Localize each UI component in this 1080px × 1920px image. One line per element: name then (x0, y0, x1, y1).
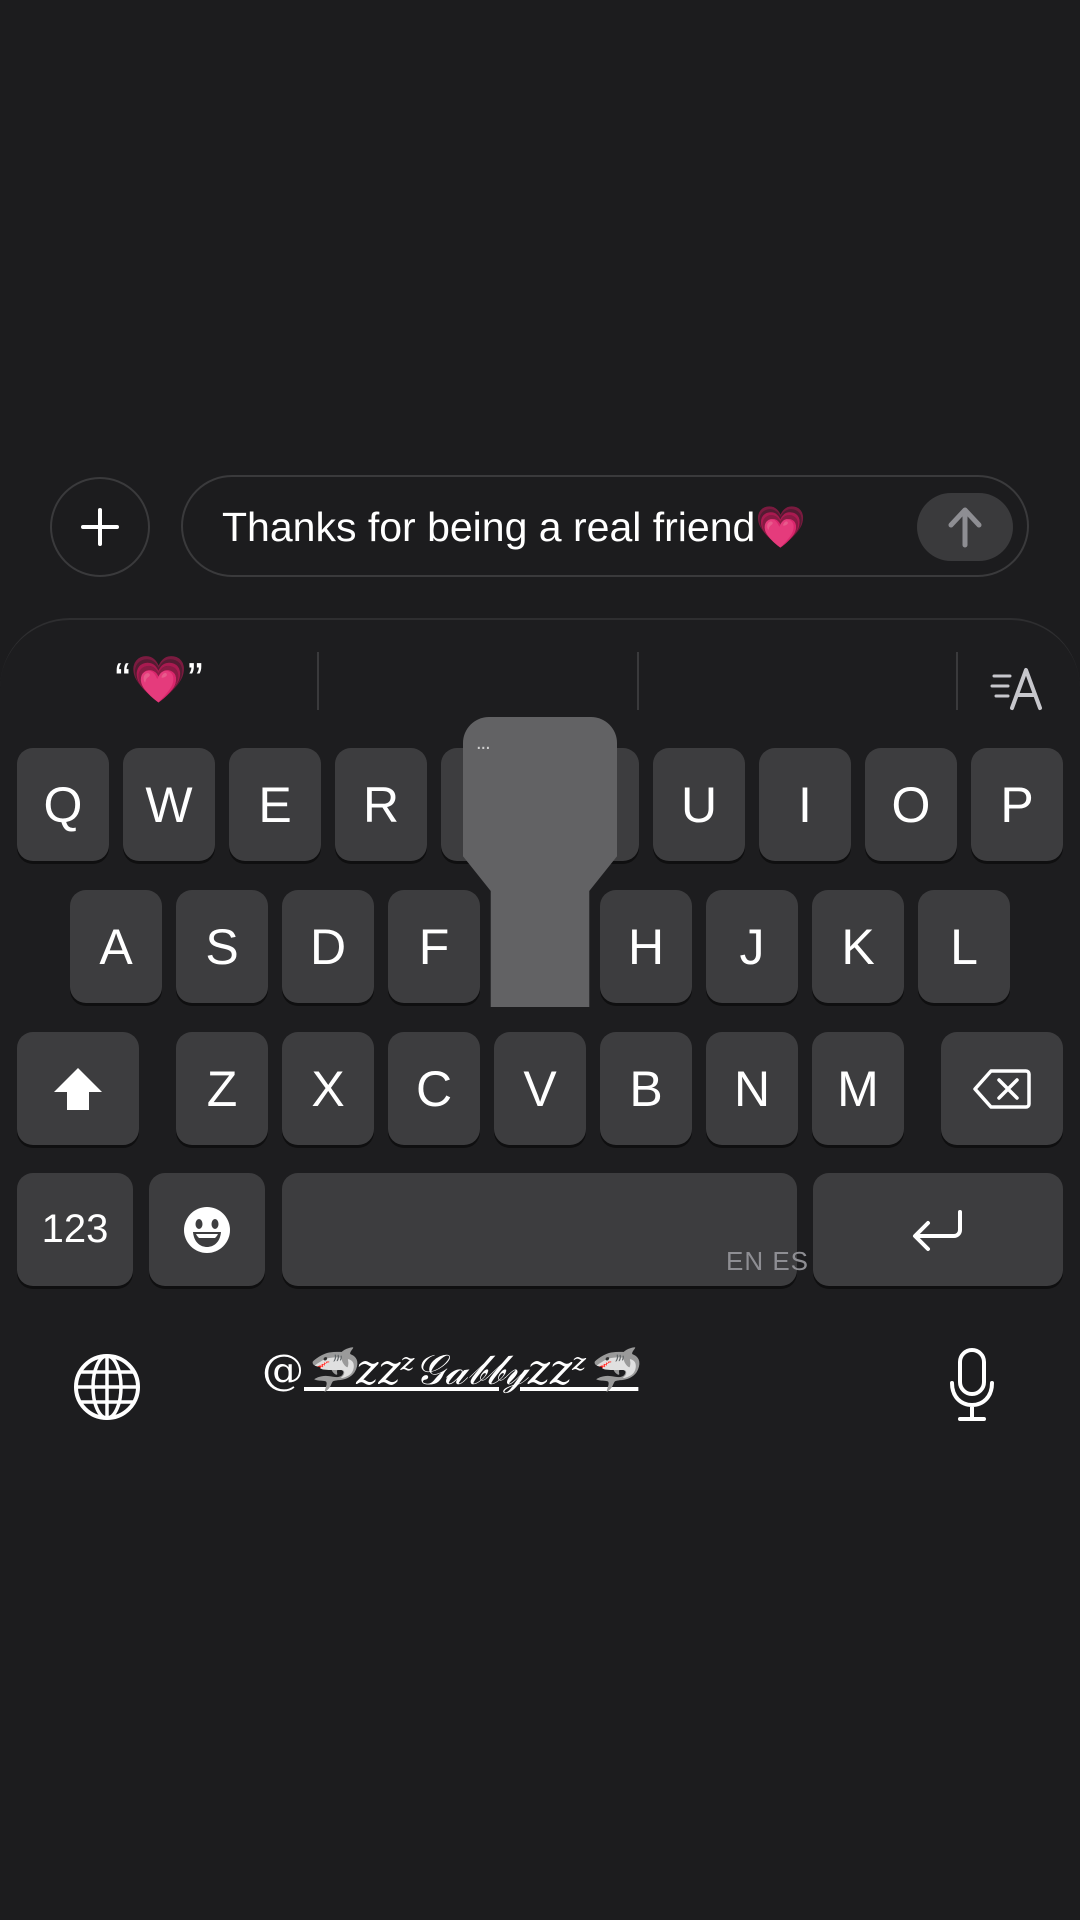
key-k[interactable]: K (812, 890, 904, 1003)
key-d[interactable]: D (282, 890, 374, 1003)
key-i[interactable]: I (759, 748, 851, 861)
key-c[interactable]: C (388, 1032, 480, 1145)
space-key[interactable] (282, 1173, 797, 1286)
key-o[interactable]: O (865, 748, 957, 861)
key-r[interactable]: R (335, 748, 427, 861)
key-p[interactable]: P (971, 748, 1063, 861)
text-format-button[interactable] (990, 662, 1050, 716)
shift-icon (54, 1067, 102, 1110)
key-s[interactable]: S (176, 890, 268, 1003)
prediction-divider (317, 652, 319, 710)
space-language-label: EN ES (726, 1246, 810, 1276)
key-b[interactable]: B (600, 1032, 692, 1145)
watermark-username: 🦈zzᶻ𝒢𝒶𝒷𝒷𝓎zzᶻ🦈 (304, 1345, 639, 1394)
emoji-key[interactable] (149, 1173, 265, 1286)
arrow-up-icon (948, 507, 982, 548)
prediction-2[interactable] (330, 648, 630, 710)
add-attachment-button[interactable] (50, 477, 150, 577)
language-switch-button[interactable] (72, 1352, 142, 1422)
numbers-key[interactable]: 123 (17, 1173, 133, 1286)
key-v[interactable]: V (494, 1032, 586, 1145)
key-u[interactable]: U (653, 748, 745, 861)
key-j[interactable]: J (706, 890, 798, 1003)
prediction-1[interactable]: “💗” (30, 648, 288, 710)
key-m[interactable]: M (812, 1032, 904, 1145)
return-key[interactable] (813, 1173, 1063, 1286)
key-a[interactable]: A (70, 890, 162, 1003)
below-keyboard-area (0, 1490, 1080, 1920)
emoji-icon (184, 1206, 230, 1253)
key-w[interactable]: W (123, 748, 215, 861)
key-h[interactable]: H (600, 890, 692, 1003)
backspace-key[interactable] (941, 1032, 1063, 1145)
prediction-divider (956, 652, 958, 710)
key-z[interactable]: Z (176, 1032, 268, 1145)
key-l[interactable]: L (918, 890, 1010, 1003)
key-e[interactable]: E (229, 748, 321, 861)
message-text: Thanks for being a real friend💗 (222, 504, 807, 550)
prediction-3[interactable] (650, 648, 950, 710)
popup-ellipsis: ... (476, 732, 491, 754)
key-f[interactable]: F (388, 890, 480, 1003)
backspace-icon (973, 1068, 1031, 1109)
plus-icon (81, 508, 119, 546)
text-format-icon (990, 668, 1042, 710)
watermark-at: @ (262, 1345, 304, 1394)
globe-icon (74, 1354, 140, 1420)
microphone-icon (950, 1348, 994, 1421)
send-button[interactable] (917, 493, 1013, 561)
key-x[interactable]: X (282, 1032, 374, 1145)
shift-key[interactable] (17, 1032, 139, 1145)
watermark: @🦈zzᶻ𝒢𝒶𝒷𝒷𝓎zzᶻ🦈 (262, 1340, 638, 1400)
prediction-divider (637, 652, 639, 710)
dictation-button[interactable] (948, 1347, 996, 1423)
return-icon (913, 1209, 962, 1251)
key-q[interactable]: Q (17, 748, 109, 861)
key-n[interactable]: N (706, 1032, 798, 1145)
